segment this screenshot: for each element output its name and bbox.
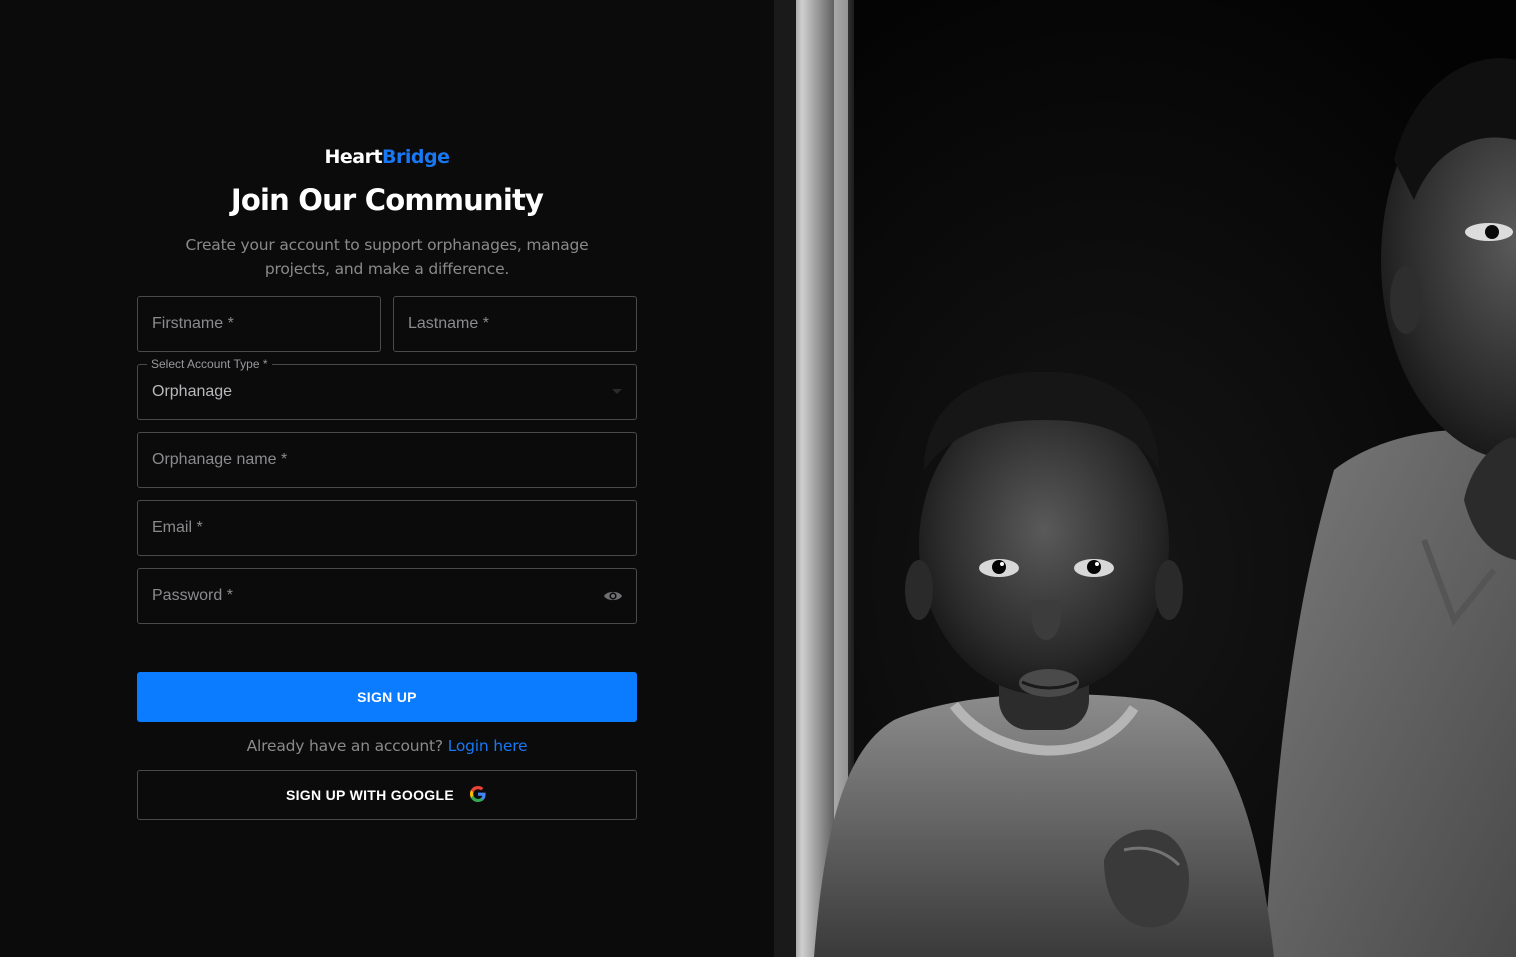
brand-logo[interactable]: HeartBridge: [137, 140, 637, 174]
account-type-value: Orphanage: [152, 383, 233, 400]
lastname-placeholder: Lastname *: [408, 315, 489, 332]
hero-photo: [774, 0, 1516, 957]
orphanage-name-field[interactable]: Orphanage name *: [137, 432, 637, 488]
chevron-down-icon[interactable]: [612, 389, 622, 394]
brand-part-bridge: Bridge: [382, 146, 450, 168]
google-signup-button[interactable]: SIGN UP WITH GOOGLE: [137, 770, 637, 820]
signup-button[interactable]: SIGN UP: [137, 672, 637, 722]
login-prompt-text: Already have an account?: [246, 737, 444, 755]
signup-panel: HeartBridge Join Our Community Create yo…: [0, 0, 774, 957]
google-signup-label: SIGN UP WITH GOOGLE: [285, 787, 454, 803]
page-subtitle: Create your account to support orphanage…: [185, 236, 589, 278]
account-type-select[interactable]: Select Account Type * Orphanage: [137, 357, 637, 420]
login-link[interactable]: Login here: [448, 737, 528, 755]
google-icon: [468, 784, 488, 807]
name-row: Firstname * Lastname *: [137, 296, 637, 352]
password-field[interactable]: Password *: [137, 568, 637, 624]
firstname-placeholder: Firstname *: [152, 315, 234, 332]
page-title: Join Our Community: [230, 183, 544, 217]
signup-form: HeartBridge Join Our Community Create yo…: [137, 140, 637, 820]
account-type-label: Select Account Type *: [147, 357, 272, 371]
eye-icon[interactable]: [602, 587, 624, 605]
lastname-field[interactable]: Lastname *: [393, 296, 637, 352]
brand-part-heart: Heart: [324, 146, 383, 168]
orphanage-name-placeholder: Orphanage name *: [152, 451, 288, 468]
password-placeholder: Password *: [152, 587, 233, 604]
login-prompt: Already have an account? Login here: [137, 736, 637, 756]
email-field[interactable]: Email *: [137, 500, 637, 556]
signup-page: HeartBridge Join Our Community Create yo…: [0, 0, 1516, 957]
children-photo-illustration: [774, 0, 1516, 957]
email-placeholder: Email *: [152, 519, 203, 536]
firstname-field[interactable]: Firstname *: [137, 296, 381, 352]
